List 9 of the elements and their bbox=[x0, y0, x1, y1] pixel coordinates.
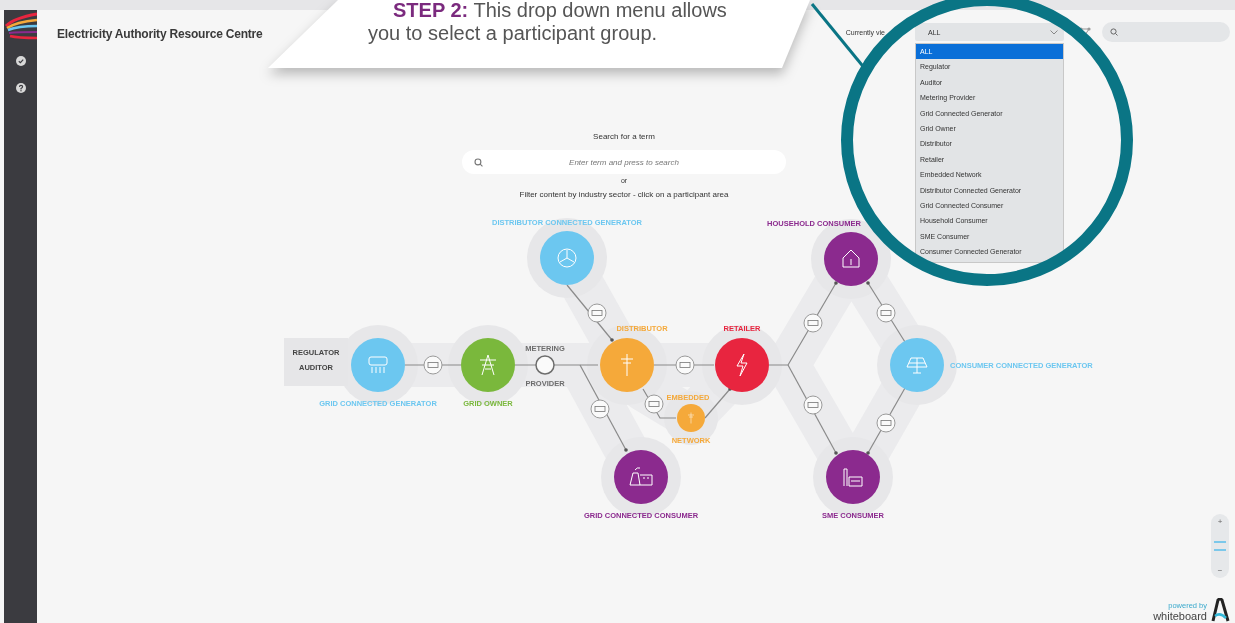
app-title: Electricity Authority Resource Centre bbox=[57, 27, 263, 41]
brand-name: whiteboard bbox=[1153, 610, 1207, 622]
callout-text: STEP 2: This drop down menu allows bbox=[393, 0, 727, 20]
filter-hint: Filter content by industry sector - click on a participant area bbox=[519, 190, 729, 199]
search-heading: Search for a term bbox=[593, 132, 655, 141]
callout-text: you to select a participant group. bbox=[368, 22, 658, 44]
term-search-field[interactable]: Enter term and press to search bbox=[462, 150, 786, 174]
zoom-in-button[interactable]: + bbox=[1217, 517, 1223, 526]
zoom-out-button[interactable]: − bbox=[1217, 566, 1223, 575]
